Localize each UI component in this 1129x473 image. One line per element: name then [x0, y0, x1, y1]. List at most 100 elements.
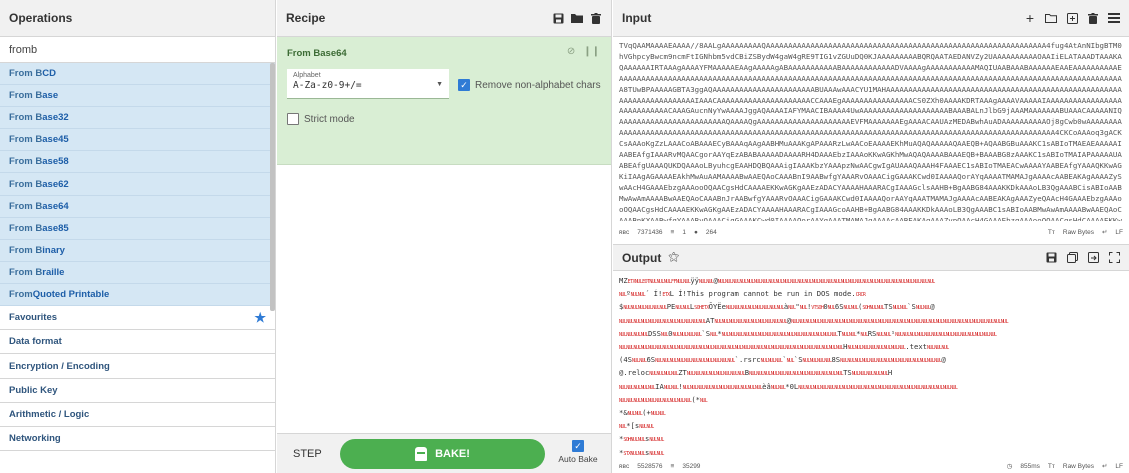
output-text-run: *0L	[785, 381, 799, 391]
output-eol[interactable]: LF	[1115, 463, 1123, 470]
strict-mode-checkbox[interactable]	[287, 113, 299, 125]
io-panel: Input + TVqQAAMAAAAEAAAA//8AALgAAAAAAAAA…	[613, 0, 1129, 473]
control-char-run: NULNULNULNULNULNULNULNULNULNUL	[714, 318, 787, 325]
new-folder-icon[interactable]	[1045, 12, 1057, 24]
operations-panel: Operations fromb From B CD From Base From B…	[0, 0, 276, 473]
operation-item[interactable]: From Quoted Printable	[0, 283, 275, 307]
remove-nonalpha-checkbox[interactable]: ✓	[458, 79, 470, 91]
input-length: 7371436	[637, 228, 663, 236]
control-char-run: SOHETX	[694, 305, 709, 312]
operations-result-list: From B CD From Base From Base32 From Base45 F…	[0, 63, 275, 307]
category-data-format[interactable]: Data format	[0, 330, 275, 355]
operation-item[interactable]: From Base62	[0, 173, 275, 196]
operation-item[interactable]: From Base32	[0, 107, 275, 130]
magic-wand-icon[interactable]: ⚝	[668, 251, 679, 264]
replace-input-icon[interactable]	[1087, 252, 1099, 264]
lines-icon: ≡	[670, 228, 675, 236]
control-char-run: NULNULNULNULNULNULNULNULNULNULNULNULNULN…	[840, 358, 942, 365]
operation-item-label-suffix: ase64	[42, 200, 69, 212]
control-char-run: NULNUL	[631, 358, 647, 365]
fullscreen-icon[interactable]	[1108, 252, 1120, 264]
disable-icon[interactable]: ⊘	[567, 46, 575, 57]
control-char-run: NULNULNUL	[760, 358, 783, 365]
control-char-run: NULNUL	[876, 331, 891, 338]
auto-bake-checkbox[interactable]: ✓	[572, 440, 584, 452]
output-line: *STXNULNULsNULNUL	[619, 447, 1124, 455]
category-networking[interactable]: Networking	[0, 426, 275, 452]
bake-label: BAKE!	[435, 448, 470, 460]
eol-icon: ↵	[1101, 229, 1108, 236]
input-position: 264	[705, 228, 717, 236]
control-char-run: NULNUL	[650, 411, 666, 418]
folder-icon[interactable]	[571, 12, 583, 24]
operation-item-label: From B	[9, 156, 43, 168]
operation-item[interactable]: From Base58	[0, 151, 275, 174]
operation-item[interactable]: From Binary	[0, 239, 275, 262]
operation-item-label-suffix: raille	[42, 266, 65, 278]
output-encoding[interactable]: Raw Bytes	[1063, 463, 1094, 470]
output-status-bar: ʀʙᴄ 5528576 ≡ 35299 ◷ 855ms Tт Raw Bytes…	[613, 459, 1129, 473]
operation-item-label: From B	[9, 178, 43, 190]
control-char-run: NULNUL	[630, 292, 646, 299]
bake-button[interactable]: BAKE!	[340, 439, 545, 469]
operation-item[interactable]: From Base45	[0, 129, 275, 152]
trash-icon[interactable]	[1087, 12, 1099, 24]
remove-nonalpha-option[interactable]: ✓ Remove non-alphabet chars	[458, 79, 601, 91]
control-char-run: NULNULNULNUL	[672, 331, 702, 338]
control-char-run: NULNULNULNULNULNULNULNUL	[725, 305, 784, 312]
output-text-run: TS	[884, 302, 893, 312]
operation-item[interactable]: From B CD	[0, 63, 275, 86]
plus-icon[interactable]: +	[1024, 10, 1036, 26]
category-label: Data format	[9, 336, 62, 348]
output-line: MZETXNULEOTNULNULNULFFNULNULÿÿNULNUL@NUL…	[619, 275, 1124, 288]
category-favourites[interactable]: Favourites ★	[0, 306, 275, 331]
input-eol[interactable]: LF	[1115, 229, 1123, 236]
control-char-run: SOHNULNUL	[623, 437, 646, 444]
operation-item-label: From B	[9, 112, 43, 124]
step-button[interactable]: STEP	[293, 448, 322, 460]
operations-search-input[interactable]: fromb	[0, 37, 275, 63]
remove-nonalpha-label: Remove non-alphabet chars	[475, 79, 601, 91]
recipe-operation-from-base64[interactable]: From Base64 ⊘ ❙❙ Alphabet A-Za-z0-9+/= ▼…	[277, 37, 611, 165]
control-char-run: NUL	[860, 331, 868, 338]
output-text-run: 6S	[834, 302, 844, 312]
output-text-run: (*	[691, 394, 700, 404]
alphabet-select[interactable]: Alphabet A-Za-z0-9+/= ▼	[287, 69, 449, 99]
output-line: *&NULNUL(+NULNUL	[619, 407, 1124, 420]
pause-icon[interactable]: ❙❙	[583, 46, 600, 57]
control-char-run: NULNULNULNULNUL	[851, 371, 889, 378]
save-icon[interactable]	[1045, 252, 1057, 264]
operations-scrollbar[interactable]	[270, 63, 275, 311]
strict-mode-option[interactable]: Strict mode	[287, 113, 355, 125]
trash-icon[interactable]	[590, 12, 602, 24]
operation-item-label: From B	[9, 90, 43, 102]
output-text-run: MZ	[619, 276, 628, 285]
output-line: @.relocNULNULNULNULZTNULNULNULNULNULNULN…	[619, 367, 1124, 380]
output-text-run: ZT	[678, 368, 687, 378]
control-char-run: NULNUL	[843, 305, 859, 312]
operation-item[interactable]: From Braille	[0, 261, 275, 284]
save-icon[interactable]	[552, 12, 564, 24]
control-char-run: NULNULNULNULNULNULNULNULNULNULNULNULNULN…	[798, 384, 958, 391]
layout-icon[interactable]	[1108, 12, 1120, 24]
auto-bake-option[interactable]: ✓ Auto Bake	[552, 440, 604, 464]
control-char-run: NULNULNULNULNULNULNULNULNULNULNULNULNULN…	[791, 318, 1009, 325]
category-public-key[interactable]: Public Key	[0, 378, 275, 403]
output-textarea[interactable]: MZETXNULEOTNULNULNULFFNULNULÿÿNULNUL@NUL…	[619, 275, 1124, 455]
output-lines: 35299	[682, 462, 701, 470]
operation-item-label-suffix: ase58	[42, 156, 69, 168]
operation-item[interactable]: From Base	[0, 85, 275, 108]
control-char-run: NULNUL	[627, 411, 643, 418]
operation-item[interactable]: From Base85	[0, 217, 275, 240]
import-icon[interactable]	[1066, 12, 1078, 24]
recipe-header: Recipe	[277, 0, 611, 37]
copy-icon[interactable]	[1066, 252, 1078, 264]
category-arithmetic-logic[interactable]: Arithmetic / Logic	[0, 402, 275, 427]
category-label: Favourites	[9, 312, 58, 324]
operation-item[interactable]: From Base64	[0, 195, 275, 218]
input-textarea[interactable]: TVqQAAMAAAAEAAAA//8AALgAAAAAAAAAQAAAAAAA…	[619, 41, 1124, 221]
output-line: NULNULNULNULNULNULNULNULNULNUL(*NUL	[619, 394, 1124, 407]
category-encryption-encoding[interactable]: Encryption / Encoding	[0, 354, 275, 379]
control-char-run: NULNUL	[649, 437, 664, 444]
input-encoding[interactable]: Raw Bytes	[1063, 229, 1094, 236]
